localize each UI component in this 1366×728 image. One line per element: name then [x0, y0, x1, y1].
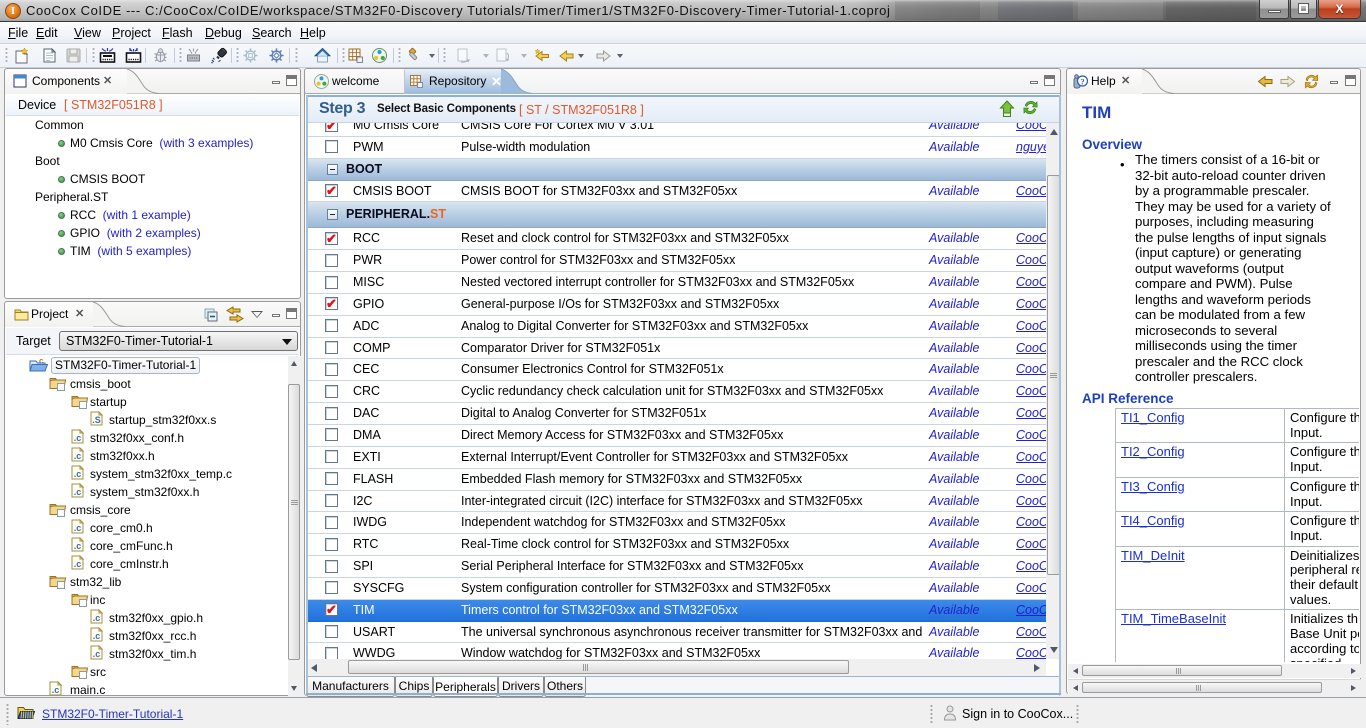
svg-text:.S: .S	[92, 415, 101, 425]
svg-text:.c: .c	[74, 487, 82, 497]
svg-text:.c: .c	[74, 523, 82, 533]
svg-text:.c: .c	[74, 433, 82, 443]
svg-text:?: ?	[1080, 76, 1084, 86]
svg-text:.c: .c	[93, 613, 101, 623]
svg-text:.c: .c	[93, 649, 101, 659]
svg-text:.c: .c	[93, 631, 101, 641]
svg-text:.c: .c	[52, 685, 60, 695]
svg-text:.c: .c	[74, 451, 82, 461]
svg-text:.c: .c	[74, 469, 82, 479]
svg-text:.c: .c	[74, 559, 82, 569]
svg-text:.c: .c	[74, 541, 82, 551]
